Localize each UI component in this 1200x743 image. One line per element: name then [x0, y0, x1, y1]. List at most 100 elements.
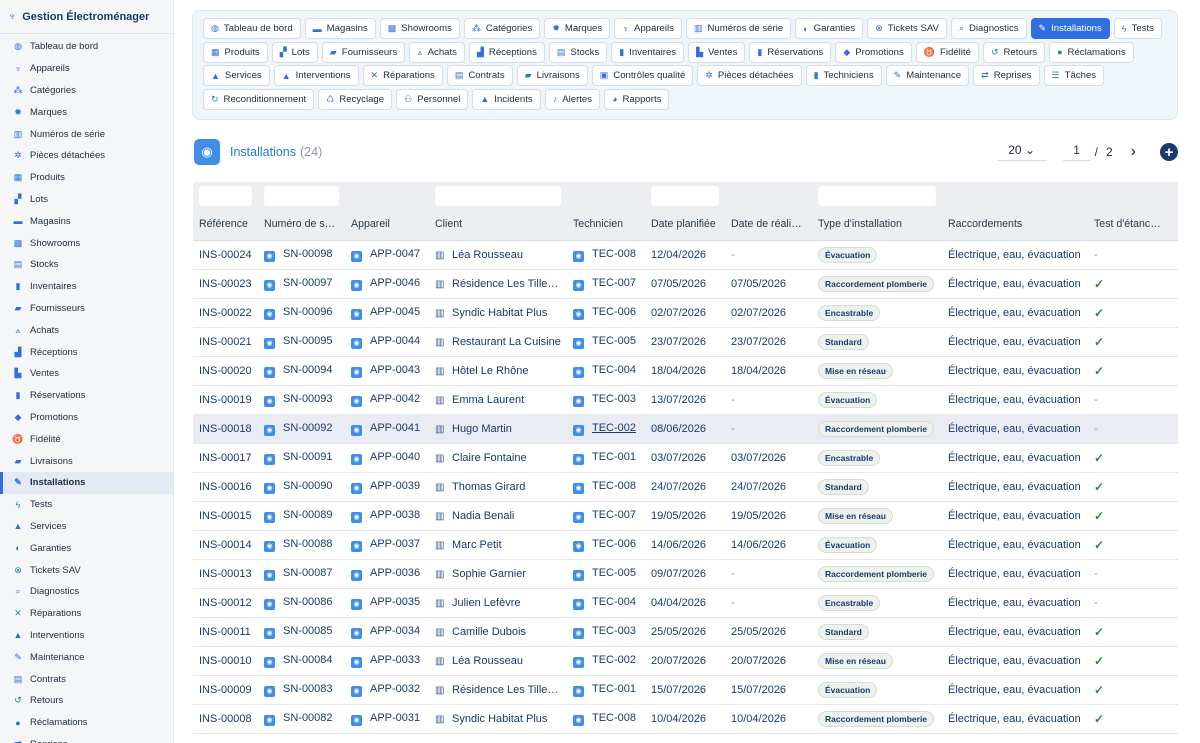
- table-row[interactable]: INS-00018 ◉ SN-00092 ◉ APP-0041 ▥ Hugo Martin ◉…: [193, 414, 1178, 444]
- appliance-cell[interactable]: ◉ APP-0039: [345, 472, 429, 502]
- tab-fidelite[interactable]: ♉ Fidélité: [915, 41, 979, 63]
- tab-installations[interactable]: ✎ Installations: [1030, 18, 1110, 39]
- tab-services[interactable]: ▲ Services: [203, 65, 270, 86]
- sidebar-item-showrooms[interactable]: ▩ Showrooms: [0, 232, 173, 254]
- sidebar-item-reprises[interactable]: ⇄ Reprises: [0, 734, 173, 743]
- serial-cell[interactable]: ◉ SN-00098: [258, 240, 345, 270]
- table-row[interactable]: INS-00023 ◉ SN-00097 ◉ APP-0046 ▥ Résidence Le…: [193, 269, 1178, 299]
- technician-cell[interactable]: ◉ TEC-007: [567, 501, 645, 531]
- client-cell[interactable]: ▥ Syndic Habitat Plus: [429, 298, 567, 328]
- client-cell[interactable]: ▥ Emma Laurent: [429, 385, 567, 415]
- tab-tickets-sav[interactable]: ⊗ Tickets SAV: [867, 18, 947, 39]
- table-row[interactable]: INS-00016 ◉ SN-00090 ◉ APP-0039 ▥ Thomas Girar…: [193, 472, 1178, 502]
- sidebar-item-achats[interactable]: ⟑ Achats: [0, 319, 173, 341]
- page-size-select[interactable]: 20 ⌄: [996, 143, 1047, 161]
- tab-categories[interactable]: ⁂ Catégories: [463, 18, 541, 39]
- client-cell[interactable]: ▥ Camille Dubois: [429, 617, 567, 647]
- tab-reparations[interactable]: ✕ Réparations: [362, 65, 443, 86]
- sidebar-item-garanties[interactable]: ◐ Garanties: [0, 537, 173, 559]
- column-filter-input[interactable]: [651, 186, 719, 206]
- client-cell[interactable]: ▥ Thomas Girard: [429, 472, 567, 502]
- tab-reprises[interactable]: ⇄ Reprises: [973, 65, 1040, 86]
- tab-interventions[interactable]: ▲ Interventions: [273, 65, 359, 86]
- table-row[interactable]: INS-00021 ◉ SN-00095 ◉ APP-0044 ▥ Restaurant L…: [193, 327, 1178, 357]
- technician-cell[interactable]: ◉ TEC-004: [567, 356, 645, 386]
- appliance-cell[interactable]: ◉ APP-0031: [345, 704, 429, 734]
- sidebar-item-interventions[interactable]: ▲ Interventions: [0, 625, 173, 647]
- technician-cell[interactable]: ◉ TEC-008: [567, 240, 645, 270]
- tab-garanties[interactable]: ◐ Garanties: [795, 18, 864, 39]
- column-header-raccordements[interactable]: Raccordements: [942, 208, 1088, 241]
- serial-cell[interactable]: ◉ SN-00083: [258, 675, 345, 705]
- technician-cell[interactable]: ◉ TEC-008: [567, 704, 645, 734]
- tab-retours[interactable]: ↺ Retours: [982, 41, 1046, 63]
- tab-inventaires[interactable]: ▮ Inventaires: [611, 41, 685, 63]
- sidebar-item-pieces-detachees[interactable]: ✲ Pièces détachées: [0, 145, 173, 167]
- table-row[interactable]: INS-00009 ◉ SN-00083 ◉ APP-0032 ▥ Résidence Le…: [193, 675, 1178, 705]
- sidebar-item-produits[interactable]: ▦ Produits: [0, 167, 173, 189]
- tab-promotions[interactable]: ◆ Promotions: [835, 41, 912, 63]
- column-header-type-d-installation[interactable]: Type d'installation: [812, 208, 942, 241]
- sidebar-item-maintenance[interactable]: ✎ Maintenance: [0, 646, 173, 668]
- sidebar-item-livraisons[interactable]: ▰ Livraisons: [0, 450, 173, 472]
- table-row[interactable]: INS-00022 ◉ SN-00096 ◉ APP-0045 ▥ Syndic Habit…: [193, 298, 1178, 328]
- serial-cell[interactable]: ◉ SN-00097: [258, 269, 345, 299]
- serial-cell[interactable]: ◉ SN-00087: [258, 559, 345, 589]
- tab-lots[interactable]: ▞ Lots: [271, 41, 318, 63]
- tab-marques[interactable]: ✹ Marques: [544, 18, 611, 39]
- serial-cell[interactable]: ◉ SN-00086: [258, 588, 345, 618]
- reference-cell[interactable]: INS-00020: [193, 356, 258, 386]
- column-header-numero-de-s[interactable]: Numéro de s…: [258, 208, 345, 241]
- reference-cell[interactable]: INS-00014: [193, 530, 258, 560]
- column-header-reference[interactable]: Référence: [193, 208, 258, 241]
- appliance-cell[interactable]: ◉ APP-0043: [345, 356, 429, 386]
- table-row[interactable]: INS-00024 ◉ SN-00098 ◉ APP-0047 ▥ Léa Rousseau…: [193, 240, 1178, 270]
- technician-cell[interactable]: ◉ TEC-002: [567, 414, 645, 444]
- tab-produits[interactable]: ▦ Produits: [203, 41, 268, 63]
- column-filter-input[interactable]: [435, 186, 561, 206]
- tab-tests[interactable]: ϟ Tests: [1113, 18, 1162, 39]
- appliance-cell[interactable]: ◉ APP-0033: [345, 646, 429, 676]
- tab-pieces-detachees[interactable]: ✲ Pièces détachées: [697, 65, 802, 86]
- sidebar-item-magasins[interactable]: ▬ Magasins: [0, 210, 173, 232]
- serial-cell[interactable]: ◉ SN-00096: [258, 298, 345, 328]
- column-header-appareil[interactable]: Appareil: [345, 208, 429, 241]
- technician-cell[interactable]: ◉ TEC-005: [567, 559, 645, 589]
- appliance-cell[interactable]: ◉ APP-0040: [345, 443, 429, 473]
- client-cell[interactable]: ▥ Hugo Martin: [429, 414, 567, 444]
- sidebar-item-reservations[interactable]: ▮ Réservations: [0, 385, 173, 407]
- sidebar-item-diagnostics[interactable]: ⌕ Diagnostics: [0, 581, 173, 603]
- tab-reconditionnement[interactable]: ↻ Reconditionnement: [203, 88, 315, 110]
- serial-cell[interactable]: ◉ SN-00095: [258, 327, 345, 357]
- serial-cell[interactable]: ◉ SN-00088: [258, 530, 345, 560]
- reference-cell[interactable]: INS-00008: [193, 704, 258, 734]
- sidebar-item-inventaires[interactable]: ▮ Inventaires: [0, 276, 173, 298]
- tab-showrooms[interactable]: ▩ Showrooms: [379, 18, 460, 39]
- sidebar-item-ventes[interactable]: ▙ Ventes: [0, 363, 173, 385]
- column-header-test-d-etanc[interactable]: Test d'étanc…: [1088, 208, 1178, 241]
- appliance-cell[interactable]: ◉ APP-0042: [345, 385, 429, 415]
- sidebar-item-appareils[interactable]: ♆ Appareils: [0, 58, 173, 80]
- tab-incidents[interactable]: ▲ Incidents: [472, 88, 541, 110]
- tab-contrats[interactable]: ▤ Contrats: [446, 65, 513, 86]
- technician-cell[interactable]: ◉ TEC-006: [567, 298, 645, 328]
- reference-cell[interactable]: INS-00021: [193, 327, 258, 357]
- reference-cell[interactable]: INS-00013: [193, 559, 258, 589]
- tab-diagnostics[interactable]: ⌕ Diagnostics: [950, 18, 1027, 39]
- technician-cell[interactable]: ◉ TEC-004: [567, 588, 645, 618]
- client-cell[interactable]: ▥ Marc Petit: [429, 530, 567, 560]
- reference-cell[interactable]: INS-00023: [193, 269, 258, 299]
- tab-controles-qualite[interactable]: ▣ Contrôles qualité: [591, 65, 694, 86]
- sidebar-item-numeros-de-serie[interactable]: ▥ Numéros de série: [0, 123, 173, 145]
- table-row[interactable]: INS-00015 ◉ SN-00089 ◉ APP-0038 ▥ Nadia Benali…: [193, 501, 1178, 531]
- sidebar-item-installations[interactable]: ✎ Installations: [0, 471, 173, 494]
- table-row[interactable]: INS-00019 ◉ SN-00093 ◉ APP-0042 ▥ Emma Laurent…: [193, 385, 1178, 415]
- client-cell[interactable]: ▥ Julien Lefèvre: [429, 588, 567, 618]
- sidebar-item-marques[interactable]: ✹ Marques: [0, 101, 173, 123]
- reference-cell[interactable]: INS-00011: [193, 617, 258, 647]
- client-cell[interactable]: ▥ Syndic Habitat Plus: [429, 704, 567, 734]
- column-header-technicien[interactable]: Technicien: [567, 208, 645, 241]
- technician-cell[interactable]: ◉ TEC-001: [567, 675, 645, 705]
- appliance-cell[interactable]: ◉ APP-0047: [345, 240, 429, 270]
- client-cell[interactable]: ▥ Sophie Garnier: [429, 559, 567, 589]
